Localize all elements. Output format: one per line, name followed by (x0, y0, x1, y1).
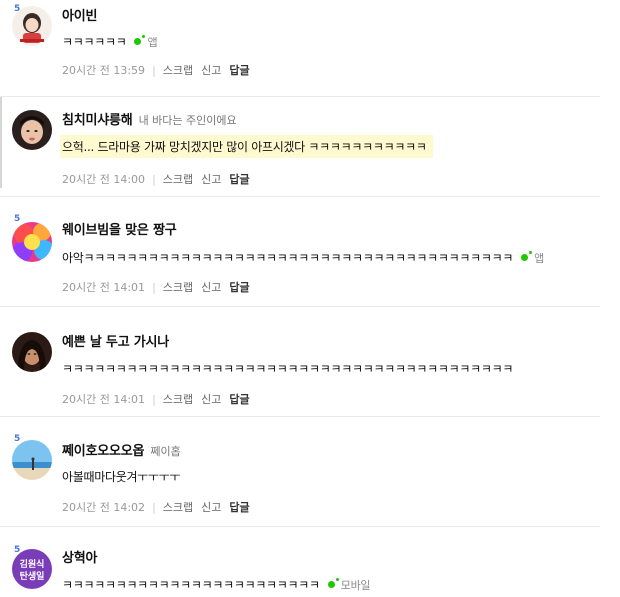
scrap-button[interactable]: 스크랩 (163, 281, 193, 294)
avatar[interactable] (12, 222, 52, 262)
comment-text: ㅋㅋㅋㅋㅋㅋㅋㅋㅋㅋㅋㅋㅋㅋㅋㅋㅋㅋㅋㅋㅋㅋㅋㅋ (62, 578, 320, 592)
nickname[interactable]: 상혁아 (62, 551, 97, 566)
nickname[interactable]: 침치미샤릉해 (62, 113, 133, 128)
comment-meta: 20시간 전 14:01 | 스크랩 신고 답글 (62, 391, 258, 407)
report-button[interactable]: 신고 (201, 281, 221, 294)
scrap-button[interactable]: 스크랩 (163, 64, 193, 77)
reply-button[interactable]: 답글 (229, 393, 249, 406)
avatar[interactable] (12, 440, 52, 480)
avatar[interactable] (12, 6, 52, 46)
highlighted-comment: 으헉... 드라마용 가짜 망치겠지만 많이 아프시겠다 ㅋㅋㅋㅋㅋㅋㅋㅋㅋㅋㅋ (60, 135, 433, 158)
reply-button[interactable]: 답글 (229, 281, 249, 294)
comment-item: 5 아이빈 ㅋㅋㅋㅋㅋㅋ 앱 20시간 전 13:59 | 스크랩 신고 답글 (0, 0, 600, 96)
report-button[interactable]: 신고 (201, 393, 221, 406)
comment-text: 아악ㅋㅋㅋㅋㅋㅋㅋㅋㅋㅋㅋㅋㅋㅋㅋㅋㅋㅋㅋㅋㅋㅋㅋㅋㅋㅋㅋㅋㅋㅋㅋㅋㅋㅋㅋㅋㅋㅋ… (62, 251, 514, 265)
scrap-button[interactable]: 스크랩 (163, 173, 193, 186)
reply-button[interactable]: 답글 (229, 501, 249, 514)
avatar-text-line2: 탄생일 (20, 570, 45, 582)
comment-time: 20시간 전 13:59 (62, 64, 146, 77)
comment-time: 20시간 전 14:01 (62, 281, 146, 294)
comment-time: 20시간 전 14:00 (62, 173, 146, 186)
divider: | (152, 173, 156, 186)
comment-time: 20시간 전 14:01 (62, 393, 146, 406)
comment-text: 으헉... 드라마용 가짜 망치겠지만 많이 아프시겠다 ㅋㅋㅋㅋㅋㅋㅋㅋㅋㅋㅋ (62, 140, 427, 154)
report-button[interactable]: 신고 (201, 501, 221, 514)
comment-item: 5 쩨이호오오오옵 쩨이홉 아볼때마다웃겨ㅜㅜㅜㅜ 20시간 전 14:02 | 스크… (0, 416, 600, 527)
app-icon (521, 251, 533, 261)
device-label: 앱 (534, 252, 544, 265)
comment-text: 아볼때마다웃겨ㅜㅜㅜㅜ (62, 470, 181, 484)
comment-text: ㅋㅋㅋㅋㅋㅋㅋㅋㅋㅋㅋㅋㅋㅋㅋㅋㅋㅋㅋㅋㅋㅋㅋㅋㅋㅋㅋㅋㅋㅋㅋㅋㅋㅋㅋㅋㅋㅋㅋㅋ… (62, 362, 514, 376)
comment-item: 5 웨이브빔을 맞은 짱구 아악ㅋㅋㅋㅋㅋㅋㅋㅋㅋㅋㅋㅋㅋㅋㅋㅋㅋㅋㅋㅋㅋㅋㅋㅋ… (0, 196, 600, 307)
comment-meta: 20시간 전 14:01 | 스크랩 신고 답글 (62, 279, 258, 295)
nickname-tag: 내 바다는 주인이에요 (138, 114, 237, 127)
comment-text: ㅋㅋㅋㅋㅋㅋ (62, 35, 127, 49)
comment-meta: 20시간 전 14:02 | 스크랩 신고 답글 (62, 499, 258, 515)
member-grade-badge: 5 (14, 214, 21, 224)
comment-meta: 20시간 전 13:59 | 스크랩 신고 답글 (62, 62, 258, 78)
divider: | (152, 501, 156, 514)
comment-item: 5 김원식 탄생일 상혁아 ㅋㅋㅋㅋㅋㅋㅋㅋㅋㅋㅋㅋㅋㅋㅋㅋㅋㅋㅋㅋㅋㅋㅋㅋ 모바… (0, 526, 600, 597)
avatar[interactable]: 김원식 탄생일 (12, 549, 52, 589)
avatar-text-line1: 김원식 (20, 558, 45, 570)
scrap-button[interactable]: 스크랩 (163, 501, 193, 514)
divider: | (152, 281, 156, 294)
device-label: 앱 (147, 36, 158, 49)
nickname-tag: 쩨이홉 (150, 445, 181, 458)
nickname[interactable]: 웨이브빔을 맞은 짱구 (62, 223, 177, 238)
comment-list: 5 아이빈 ㅋㅋㅋㅋㅋㅋ앱 20시간 전 13:59|스크랩신고답글 (0, 0, 620, 596)
nickname[interactable]: 아이빈 (62, 9, 97, 24)
nickname[interactable]: 쩨이호오오오옵 (62, 444, 145, 459)
nickname[interactable]: 예쁜 날 두고 가시나 (62, 335, 169, 350)
comment-time: 20시간 전 14:02 (62, 501, 146, 514)
reply-button[interactable]: 답글 (229, 64, 249, 77)
member-grade-badge: 5 (14, 434, 21, 444)
divider: | (152, 393, 156, 406)
avatar[interactable] (12, 110, 52, 150)
comment-item: 예쁜 날 두고 가시나 ㅋㅋㅋㅋㅋㅋㅋㅋㅋㅋㅋㅋㅋㅋㅋㅋㅋㅋㅋㅋㅋㅋㅋㅋㅋㅋㅋㅋ… (0, 306, 600, 417)
reply-button[interactable]: 답글 (229, 173, 249, 186)
comment-item: 침치미샤릉해 내 바다는 주인이에요 으헉... 드라마용 가짜 망치겠지만 많이… (0, 96, 600, 197)
app-icon (327, 578, 339, 588)
avatar[interactable] (12, 332, 52, 372)
divider: | (152, 64, 156, 77)
scrap-button[interactable]: 스크랩 (163, 393, 193, 406)
comment-meta: 20시간 전 14:00 | 스크랩 신고 답글 (62, 171, 258, 187)
app-icon (134, 35, 146, 45)
report-button[interactable]: 신고 (201, 173, 221, 186)
report-button[interactable]: 신고 (201, 64, 221, 77)
device-label: 모바일 (340, 579, 371, 592)
